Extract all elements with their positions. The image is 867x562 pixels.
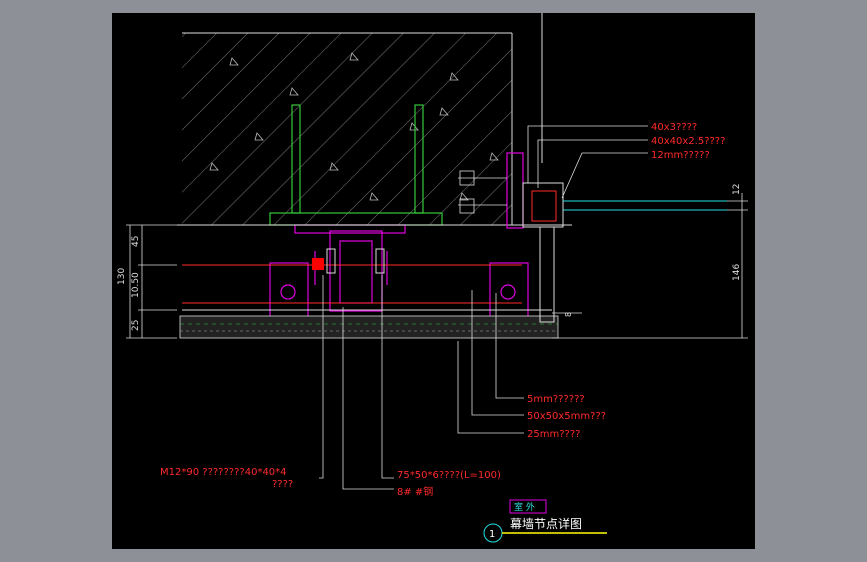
callout-stone: 25mm????: [527, 429, 580, 440]
callout-lines-top: [527, 125, 648, 199]
callout-channel-steel: 8# #钢: [397, 485, 433, 498]
detail-drawing: 40x3???? 40x40x2.5???? 12mm????? 5mm????…: [117, 13, 748, 543]
callout-bolt-cont: ????: [272, 479, 293, 490]
dim-right-small: 12: [732, 184, 742, 195]
drawing-title: 幕墙节点详图: [510, 516, 582, 531]
drawing-canvas[interactable]: 40x3???? 40x40x2.5???? 12mm????? 5mm????…: [112, 13, 755, 549]
glass-frame: [458, 152, 727, 323]
dim-left-total: 130: [117, 268, 127, 285]
steel-bracket: [269, 224, 529, 328]
callout-steel-angle: 50x50x5mm???: [527, 411, 606, 422]
callout-channel: 75*50*6????(L=100): [397, 470, 501, 481]
dim-left-top: 45: [131, 236, 141, 247]
callout-square-tube: 40x40x2.5????: [651, 136, 725, 147]
title-block: 室 外 1 幕墙节点详图: [483, 499, 607, 543]
callout-aluminum-angle: 40x3????: [651, 122, 697, 133]
callout-bolt: M12*90 ????????40*40*4: [160, 467, 287, 478]
callout-insulation: 5mm??????: [527, 394, 585, 405]
dim-left-bottom: 25: [131, 320, 141, 331]
detail-number: 1: [489, 529, 495, 540]
dim-right-gap: 8: [564, 312, 573, 317]
dim-left-mid: 10.50: [131, 272, 141, 298]
section-tag: 室 外: [514, 501, 535, 513]
concrete-slab: [182, 13, 543, 226]
hex-bolt-icon: [312, 248, 385, 274]
callout-lines-bottom: [457, 290, 524, 434]
dim-right-total: 146: [732, 264, 742, 281]
dimension-right: [552, 193, 748, 339]
stone-panel: [179, 315, 559, 339]
callout-glass: 12mm?????: [651, 150, 710, 161]
